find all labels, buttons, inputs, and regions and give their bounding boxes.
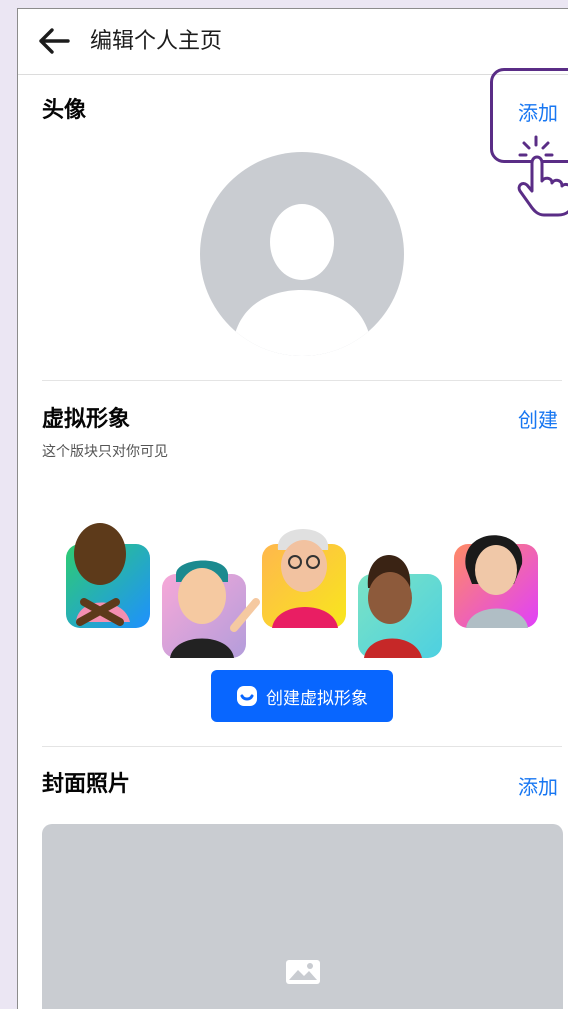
arrow-left-icon[interactable] — [38, 27, 70, 55]
profile-photo-title: 头像 — [42, 98, 87, 123]
cover-photo-placeholder[interactable] — [42, 824, 563, 1009]
default-avatar[interactable] — [200, 152, 404, 356]
avatar-icon — [237, 686, 257, 706]
cover-photo-title: 封面照片 — [42, 772, 131, 797]
avatar-section-title: 虚拟形象 — [42, 407, 131, 432]
tap-hand-icon — [517, 135, 568, 217]
create-avatar-button[interactable]: 创建虚拟形象 — [211, 670, 393, 722]
add-cover-photo-link[interactable]: 添加 — [518, 773, 558, 801]
create-avatar-button-label: 创建虚拟形象 — [266, 688, 368, 709]
divider — [42, 746, 562, 747]
image-icon — [286, 960, 320, 984]
page-title: 编辑个人主页 — [90, 29, 223, 54]
avatar-visibility-note: 这个版块只对你可见 — [42, 444, 168, 460]
divider — [42, 380, 562, 381]
top-bar: 编辑个人主页 — [18, 9, 568, 75]
create-avatar-link[interactable]: 创建 — [518, 406, 558, 434]
edit-profile-screen: 编辑个人主页 头像 添加 虚拟形象 创建 这个版块只对你可见 创建虚拟形象 封面… — [17, 8, 568, 1009]
avatar-examples-illustration — [66, 523, 538, 658]
